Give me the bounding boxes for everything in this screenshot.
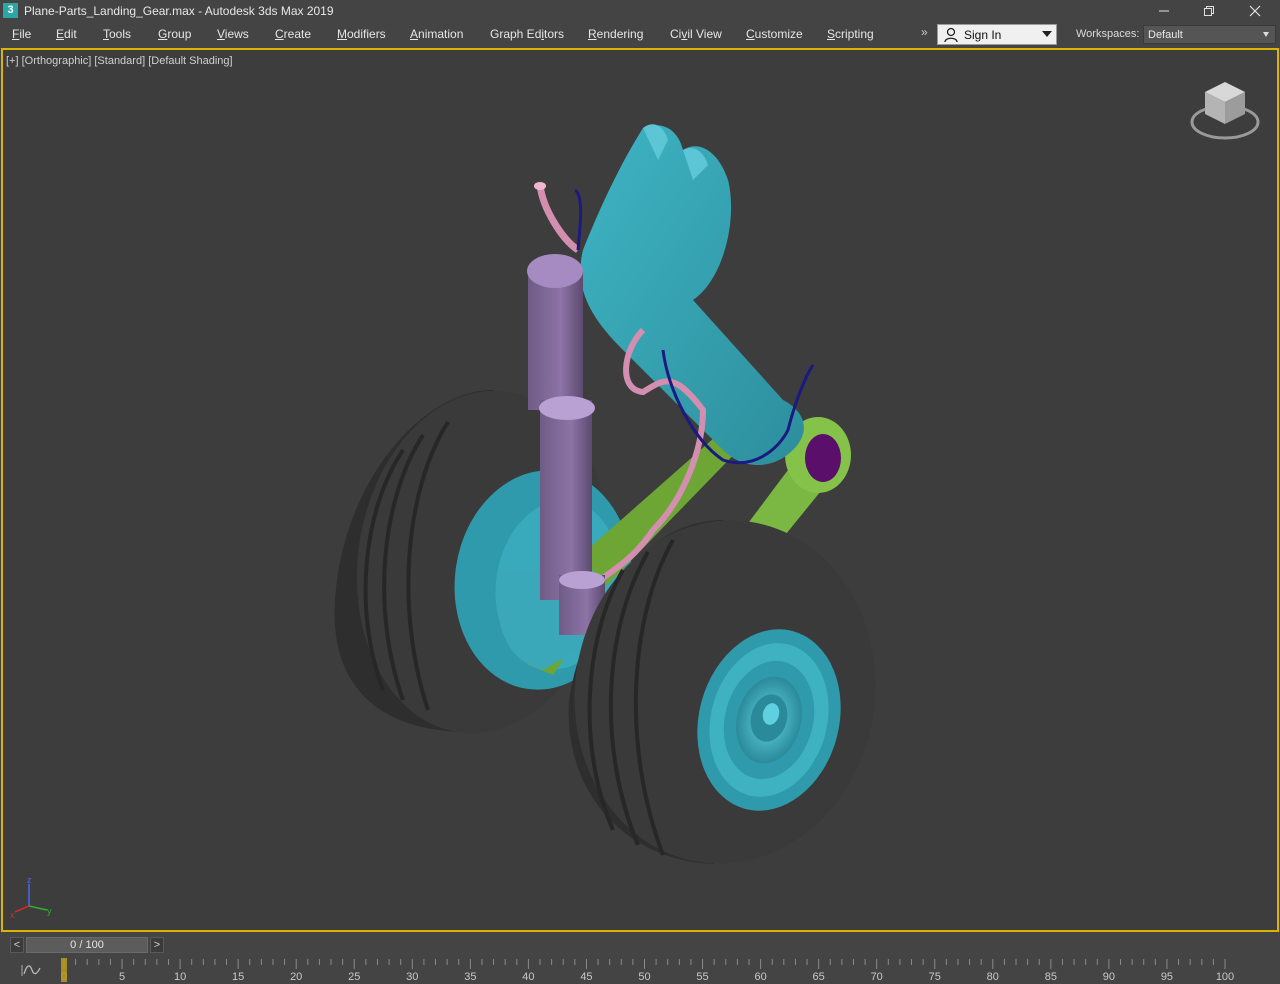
- ruler-label: 25: [348, 971, 360, 983]
- menu-civil-view[interactable]: Civil View: [670, 27, 722, 41]
- time-slider-bar: < 0 / 100 >: [0, 933, 1280, 957]
- ruler-label: 70: [871, 971, 883, 983]
- ruler-label: 35: [464, 971, 476, 983]
- minimize-icon: [1159, 10, 1169, 12]
- sign-in-label: Sign In: [964, 28, 1002, 42]
- app-logo-icon[interactable]: 3: [3, 3, 18, 18]
- ruler-label: 30: [406, 971, 418, 983]
- time-next-button[interactable]: >: [150, 937, 164, 953]
- close-button[interactable]: [1233, 0, 1277, 22]
- axis-y-label: y: [47, 906, 52, 916]
- ruler-label: 75: [929, 971, 941, 983]
- axis-z-label: z: [27, 876, 32, 885]
- menu-rendering[interactable]: Rendering: [588, 27, 643, 41]
- axis-x-label: x: [10, 910, 15, 920]
- menu-file[interactable]: File: [12, 27, 31, 41]
- menu-views[interactable]: Views: [217, 27, 249, 41]
- ruler-label: 65: [813, 971, 825, 983]
- sign-in-dropdown[interactable]: Sign In: [937, 24, 1057, 45]
- menu-group[interactable]: Group: [158, 27, 191, 41]
- chevron-down-icon: [1042, 31, 1052, 37]
- menu-modifiers[interactable]: Modifiers: [337, 27, 386, 41]
- drag-brace-arm[interactable]: [580, 124, 804, 465]
- menu-tools[interactable]: Tools: [103, 27, 131, 41]
- menu-customize[interactable]: Customize: [746, 27, 803, 41]
- restore-button[interactable]: [1187, 0, 1231, 22]
- viewport-orthographic[interactable]: [+] [Orthographic] [Standard] [Default S…: [1, 48, 1279, 932]
- menu-edit[interactable]: Edit: [56, 27, 77, 41]
- ruler-label: 10: [174, 971, 186, 983]
- landing-gear-model[interactable]: [3, 50, 1277, 930]
- ruler-label: 5: [119, 971, 125, 983]
- workspaces-value: Default: [1148, 29, 1183, 41]
- axis-tripod-icon: z y x: [10, 876, 52, 920]
- menu-animation[interactable]: Animation: [410, 27, 463, 41]
- menu-scripting[interactable]: Scripting: [827, 27, 874, 41]
- restore-icon: [1204, 6, 1214, 16]
- ruler-label: 100: [1216, 971, 1234, 983]
- ruler-label: 50: [638, 971, 650, 983]
- ruler-label: 80: [987, 971, 999, 983]
- ruler-label: 60: [754, 971, 766, 983]
- window-title: Plane-Parts_Landing_Gear.max - Autodesk …: [24, 4, 334, 18]
- ruler-label: 90: [1103, 971, 1115, 983]
- workspaces-select[interactable]: Default: [1143, 25, 1276, 44]
- minimize-button[interactable]: [1142, 0, 1186, 22]
- ruler-label: 15: [232, 971, 244, 983]
- title-bar: 3 Plane-Parts_Landing_Gear.max - Autodes…: [0, 0, 1280, 22]
- track-bar[interactable]: 0510152025303540455055606570758085909510…: [0, 957, 1280, 984]
- time-prev-button[interactable]: <: [10, 937, 24, 953]
- time-slider[interactable]: 0 / 100: [26, 937, 148, 953]
- user-icon: [944, 27, 958, 43]
- close-icon: [1249, 5, 1261, 17]
- menu-create[interactable]: Create: [275, 27, 311, 41]
- menu-graph-editors[interactable]: Graph Editors: [490, 27, 564, 41]
- viewcube-icon[interactable]: [1187, 80, 1263, 146]
- current-frame-marker[interactable]: [61, 958, 67, 982]
- ruler-label: 55: [696, 971, 708, 983]
- menu-overflow-chevron-icon[interactable]: »: [921, 25, 928, 39]
- workspaces-label: Workspaces:: [1076, 28, 1140, 40]
- timeline-ruler[interactable]: 0510152025303540455055606570758085909510…: [0, 957, 1280, 984]
- ruler-label: 85: [1045, 971, 1057, 983]
- ruler-label: 20: [290, 971, 302, 983]
- ruler-label: 95: [1161, 971, 1173, 983]
- ruler-label: 45: [580, 971, 592, 983]
- ruler-label: 40: [522, 971, 534, 983]
- chevron-down-icon: [1263, 32, 1269, 37]
